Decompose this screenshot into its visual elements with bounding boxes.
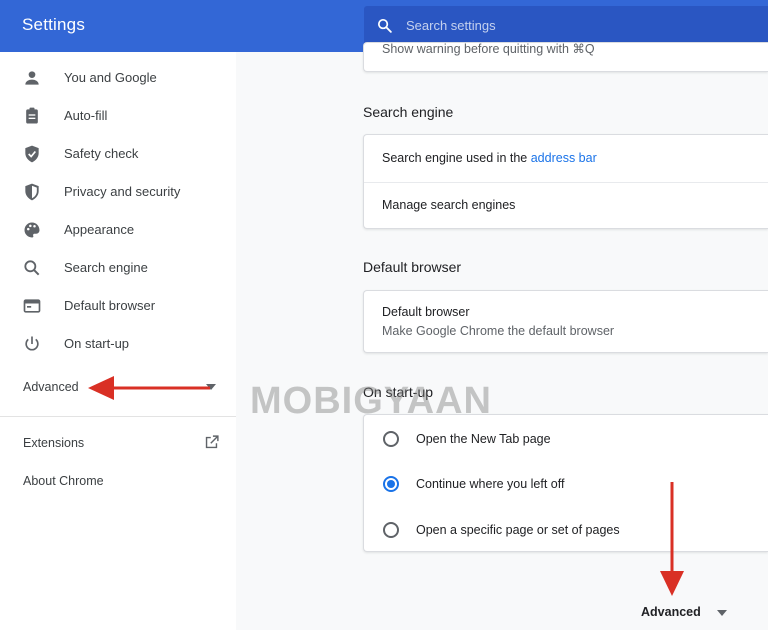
chevron-down-icon[interactable] bbox=[717, 610, 727, 616]
on-startup-card: Open the New Tab page Continue where you… bbox=[363, 414, 768, 552]
sidebar-item-label: On start-up bbox=[64, 336, 130, 351]
radio-continue[interactable] bbox=[383, 476, 399, 492]
search-box[interactable] bbox=[364, 6, 768, 45]
radio-label-continue[interactable]: Continue where you left off bbox=[416, 477, 564, 491]
radio-label-new-tab[interactable]: Open the New Tab page bbox=[416, 432, 551, 446]
shield-icon bbox=[25, 183, 39, 201]
sidebar-item-appearance[interactable]: Appearance bbox=[0, 212, 236, 248]
main-content: Show warning before quitting with ⌘Q Sea… bbox=[236, 42, 768, 630]
sidebar-divider bbox=[0, 416, 236, 417]
power-icon bbox=[25, 336, 39, 351]
advanced-button[interactable]: Advanced bbox=[641, 605, 701, 619]
person-icon bbox=[25, 71, 39, 85]
default-browser-row-subtitle: Make Google Chrome the default browser bbox=[382, 324, 615, 338]
palette-icon bbox=[24, 222, 40, 238]
radio-new-tab[interactable] bbox=[383, 431, 399, 447]
search-input[interactable] bbox=[406, 14, 746, 36]
sidebar-item-label: Default browser bbox=[64, 298, 156, 313]
sidebar: You and Google Auto-fill Safety check Pr… bbox=[0, 52, 236, 630]
radio-label-specific-pages[interactable]: Open a specific page or set of pages bbox=[416, 523, 620, 537]
sidebar-item-you-and-google[interactable]: You and Google bbox=[0, 60, 236, 96]
sidebar-advanced-toggle[interactable]: Advanced bbox=[0, 370, 236, 406]
sidebar-item-label: Safety check bbox=[64, 146, 139, 161]
extensions-link[interactable]: Extensions bbox=[23, 436, 84, 450]
sidebar-item-label: Auto-fill bbox=[64, 108, 108, 123]
sidebar-item-safety-check[interactable]: Safety check bbox=[0, 136, 236, 172]
search-icon bbox=[377, 18, 392, 33]
sidebar-item-default-browser[interactable]: Default browser bbox=[0, 288, 236, 324]
chevron-down-icon bbox=[206, 384, 216, 390]
search-engine-card: Search engine used in the address bar Ma… bbox=[363, 134, 768, 229]
shield-check-icon bbox=[25, 145, 39, 163]
quit-warning-text[interactable]: Show warning before quitting with ⌘Q bbox=[382, 43, 595, 56]
default-browser-card[interactable]: Default browser Make Google Chrome the d… bbox=[363, 290, 768, 353]
search-icon bbox=[24, 260, 40, 276]
sidebar-item-label: You and Google bbox=[64, 70, 157, 85]
clipboard-icon bbox=[26, 107, 38, 124]
browser-icon bbox=[23, 299, 41, 313]
sidebar-item-privacy-and-security[interactable]: Privacy and security bbox=[0, 174, 236, 210]
default-browser-title: Default browser bbox=[363, 259, 462, 275]
page-title: Settings bbox=[22, 15, 86, 34]
sidebar-item-label: Appearance bbox=[64, 222, 135, 237]
search-engine-title: Search engine bbox=[363, 104, 454, 120]
sidebar-item-search-engine[interactable]: Search engine bbox=[0, 250, 236, 286]
advanced-label: Advanced bbox=[23, 380, 79, 394]
open-in-new-icon[interactable] bbox=[203, 434, 220, 451]
manage-search-engines-row[interactable]: Manage search engines bbox=[382, 198, 515, 212]
default-browser-row-title: Default browser bbox=[382, 305, 470, 319]
sidebar-item-label: Search engine bbox=[64, 260, 148, 275]
radio-specific-pages[interactable] bbox=[383, 522, 399, 538]
watermark: MOBIGYAAN bbox=[250, 380, 492, 422]
row-divider bbox=[364, 182, 768, 183]
search-engine-row[interactable]: Search engine used in the address bar bbox=[382, 151, 597, 165]
address-bar-link[interactable]: address bar bbox=[531, 151, 597, 165]
search-engine-row-text: Search engine used in the bbox=[382, 151, 531, 165]
sidebar-item-autofill[interactable]: Auto-fill bbox=[0, 98, 236, 134]
appearance-card: Show warning before quitting with ⌘Q bbox=[363, 42, 768, 72]
sidebar-item-on-startup[interactable]: On start-up bbox=[0, 326, 236, 362]
about-chrome-link[interactable]: About Chrome bbox=[23, 474, 104, 488]
sidebar-item-label: Privacy and security bbox=[64, 184, 181, 199]
